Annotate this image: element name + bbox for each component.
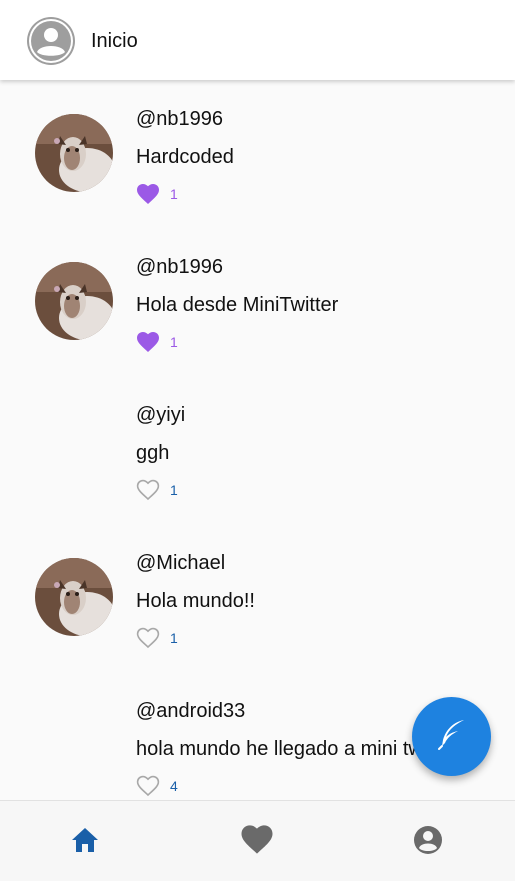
tweet-text: ggh <box>136 442 170 464</box>
heart-outline-icon[interactable] <box>136 775 160 797</box>
page-title: Inicio <box>91 30 138 52</box>
tweet-item[interactable]: @yiyi ggh 1 <box>0 376 515 524</box>
heart-icon <box>240 824 274 860</box>
home-icon <box>70 826 100 859</box>
like-count: 1 <box>170 186 178 202</box>
tweet-text: Hardcoded <box>136 146 234 168</box>
tweet-text: hola mundo he llegado a mini tw <box>136 738 423 760</box>
user-avatar[interactable] <box>35 262 113 340</box>
like-control[interactable]: 1 <box>136 329 178 355</box>
like-count: 4 <box>170 778 178 794</box>
heart-filled-icon[interactable] <box>136 183 160 205</box>
like-control[interactable]: 1 <box>136 477 178 503</box>
like-control[interactable]: 4 <box>136 773 178 799</box>
tweet-feed[interactable]: @nb1996 Hardcoded 1 @nb1996 Hola desde M… <box>0 80 515 800</box>
tweet-username[interactable]: @yiyi <box>136 404 185 427</box>
tweet-username[interactable]: @nb1996 <box>136 108 223 131</box>
user-avatar[interactable] <box>35 558 113 636</box>
bottom-navigation <box>0 800 515 881</box>
account-circle-icon <box>413 825 443 860</box>
like-count: 1 <box>170 334 178 350</box>
like-control[interactable]: 1 <box>136 625 178 651</box>
tweet-item[interactable]: @nb1996 Hola desde MiniTwitter 1 <box>0 228 515 376</box>
heart-outline-icon[interactable] <box>136 479 160 501</box>
tweet-text: Hola mundo!! <box>136 590 255 612</box>
nav-profile[interactable] <box>411 825 445 859</box>
nav-home[interactable] <box>68 825 102 859</box>
account-circle-icon[interactable] <box>26 16 76 66</box>
tweet-item[interactable]: @Michael Hola mundo!! 1 <box>0 524 515 672</box>
like-count: 1 <box>170 630 178 646</box>
heart-outline-icon[interactable] <box>136 627 160 649</box>
tweet-text: Hola desde MiniTwitter <box>136 294 339 316</box>
tweet-username[interactable]: @android33 <box>136 700 245 723</box>
compose-tweet-button[interactable] <box>412 697 491 776</box>
feather-icon <box>434 716 470 757</box>
tweet-item[interactable]: @nb1996 Hardcoded 1 <box>0 80 515 228</box>
like-count: 1 <box>170 482 178 498</box>
user-avatar[interactable] <box>35 114 113 192</box>
tweet-username[interactable]: @nb1996 <box>136 256 223 279</box>
app-bar: Inicio <box>0 0 515 80</box>
tweet-username[interactable]: @Michael <box>136 552 225 575</box>
heart-filled-icon[interactable] <box>136 331 160 353</box>
nav-favorites[interactable] <box>240 825 274 859</box>
like-control[interactable]: 1 <box>136 181 178 207</box>
